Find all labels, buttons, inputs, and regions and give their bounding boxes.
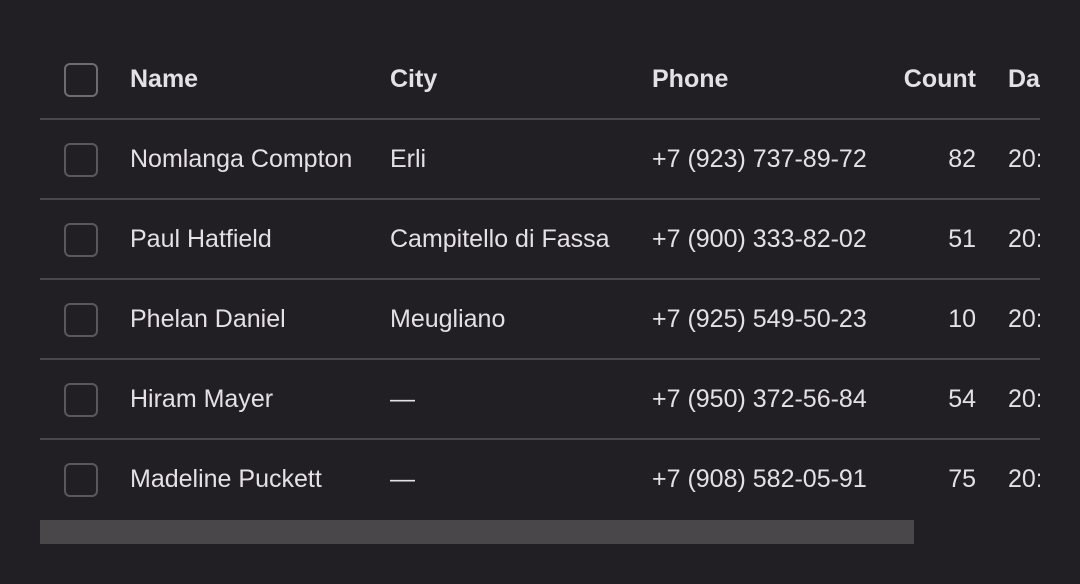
column-header-count[interactable]: Count [876,40,976,118]
cell-name: Nomlanga Compton [130,145,353,173]
cell-name: Hiram Mayer [130,385,274,413]
cell-city: Campitello di Fassa [390,225,610,253]
row-checkbox[interactable] [64,303,98,337]
cell-phone: +7 (900) 333-82-02 [652,225,867,253]
cell-date: 20: [1008,465,1040,493]
column-header-date[interactable]: Da [1008,40,1040,118]
table-row[interactable]: Madeline Puckett — +7 (908) 582-05-91 75… [40,440,1040,520]
table-row[interactable]: Nomlanga Compton Erli +7 (923) 737-89-72… [40,120,1040,200]
table-content: Name City Phone Count Da Nomlanga Compto… [40,40,1040,520]
cell-phone: +7 (923) 737-89-72 [652,145,867,173]
cell-phone: +7 (908) 582-05-91 [652,465,867,493]
cell-count: 54 [948,385,976,413]
cell-city: Meugliano [390,305,506,333]
table-row[interactable]: Phelan Daniel Meugliano +7 (925) 549-50-… [40,280,1040,360]
row-checkbox[interactable] [64,463,98,497]
cell-count: 82 [948,145,976,173]
cell-phone: +7 (925) 549-50-23 [652,305,867,333]
cell-city: — [390,385,415,413]
cell-date: 20: [1008,225,1040,253]
cell-date: 20: [1008,145,1040,173]
data-table: Name City Phone Count Da Nomlanga Compto… [40,40,1040,520]
column-header-city[interactable]: City [390,40,437,118]
row-checkbox[interactable] [64,223,98,257]
cell-city: — [390,465,415,493]
cell-name: Paul Hatfield [130,225,272,253]
cell-city: Erli [390,145,427,173]
select-all-checkbox[interactable] [64,63,98,97]
cell-date: 20: [1008,305,1040,333]
column-header-name[interactable]: Name [130,40,198,118]
scrollbar-thumb[interactable] [40,520,914,544]
horizontal-scrollbar[interactable] [40,520,1040,544]
row-checkbox[interactable] [64,143,98,177]
cell-name: Phelan Daniel [130,305,286,333]
column-header-phone[interactable]: Phone [652,40,728,118]
cell-count: 75 [948,465,976,493]
cell-date: 20: [1008,385,1040,413]
row-checkbox[interactable] [64,383,98,417]
table-row[interactable]: Paul Hatfield Campitello di Fassa +7 (90… [40,200,1040,280]
cell-count: 10 [948,305,976,333]
cell-phone: +7 (950) 372-56-84 [652,385,867,413]
table-row[interactable]: Hiram Mayer — +7 (950) 372-56-84 54 20: [40,360,1040,440]
table-header-row: Name City Phone Count Da [40,40,1040,120]
cell-count: 51 [948,225,976,253]
cell-name: Madeline Puckett [130,465,322,493]
